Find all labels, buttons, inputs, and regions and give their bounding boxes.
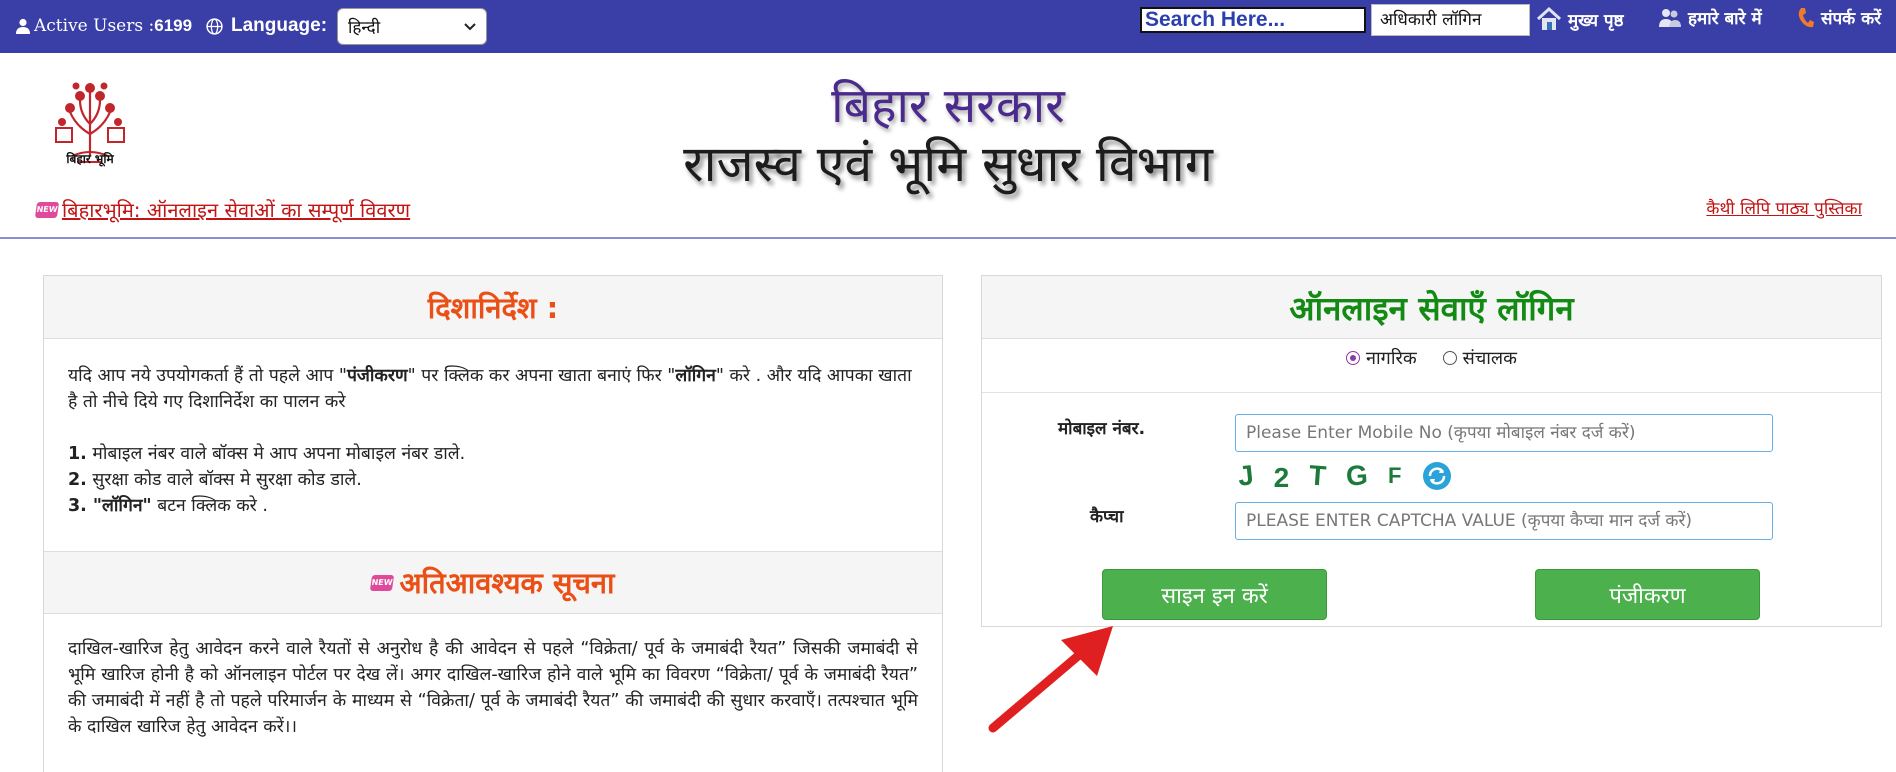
- header-divider: [0, 237, 1896, 239]
- new-badge-icon: NEW: [34, 201, 60, 218]
- nav-about-label: हमारे बारे में: [1688, 9, 1762, 29]
- language-label: Language:: [231, 15, 328, 36]
- radio-operator[interactable]: संचालक: [1442, 346, 1517, 370]
- active-users: Active Users : 6199: [16, 16, 192, 36]
- phone-icon: [1798, 7, 1814, 27]
- online-services-info-label: बिहारभूमि: ऑनलाइन सेवाओं का सम्पूर्ण विव…: [62, 198, 411, 222]
- guidelines-intro: यदि आप नये उपयोगकर्ता हैं तो पहले आप "पं…: [68, 363, 918, 415]
- globe-icon: [206, 17, 223, 35]
- list-item: 1. मोबाइल नंबर वाले बॉक्स मे आप अपना मोब…: [68, 441, 918, 467]
- user-icon: [16, 18, 30, 34]
- captcha-char: J: [1236, 459, 1256, 492]
- step-text: सुरक्षा कोड वाले बॉक्स मे सुरक्षा कोड डा…: [86, 470, 362, 490]
- radio-operator-label: संचालक: [1462, 348, 1517, 369]
- list-item: 2. सुरक्षा कोड वाले बॉक्स मे सुरक्षा कोड…: [68, 467, 918, 493]
- login-title: ऑनलाइन सेवाएँ लॉगिन: [982, 276, 1881, 339]
- step-bold: "लॉगिन": [86, 496, 152, 516]
- step-number: 2.: [68, 470, 87, 490]
- active-users-count: 6199: [154, 16, 193, 35]
- urgent-notice-title: अतिआवश्यक सूचना: [399, 566, 615, 600]
- users-icon: [1659, 8, 1681, 27]
- intro-text-2: " पर क्लिक कर अपना खाता बनाएं फिर ": [407, 366, 676, 386]
- search-input[interactable]: Search Here...: [1140, 7, 1366, 33]
- captcha-input[interactable]: PLEASE ENTER CAPTCHA VALUE (कृपया कैप्चा…: [1235, 502, 1773, 540]
- step-number: 1.: [68, 444, 87, 464]
- language-select[interactable]: हिन्दी: [337, 8, 487, 45]
- nav-contact-label: संपर्क करें: [1821, 9, 1882, 29]
- guidelines-title: दिशानिर्देश :: [44, 276, 942, 339]
- language-selected: हिन्दी: [348, 18, 381, 38]
- nav-contact-link[interactable]: संपर्क करें: [1797, 6, 1881, 29]
- captcha-char: F: [1388, 463, 1402, 488]
- nav-home-link[interactable]: मुख्य पृष्ठ: [1536, 6, 1624, 32]
- active-users-label: Active Users :: [34, 16, 155, 36]
- captcha-label: कैप्चा: [1090, 507, 1124, 527]
- mobile-label: मोबाइल नंबर.: [1058, 419, 1146, 439]
- annotation-arrow-icon: [988, 626, 1113, 733]
- new-badge-icon: NEW: [370, 574, 395, 591]
- captcha-char: T: [1308, 459, 1328, 492]
- urgent-notice-header: NEW अतिआवश्यक सूचना: [44, 551, 942, 614]
- captcha-char: 2: [1273, 462, 1290, 493]
- mobile-input[interactable]: Please Enter Mobile No (कृपया मोबाइल नंब…: [1235, 414, 1773, 452]
- urgent-notice-body: दाखिल-खारिज हेतु आवेदन करने वाले रैयतों …: [68, 639, 918, 737]
- chevron-down-icon: [464, 22, 476, 30]
- radio-citizen-dot[interactable]: [1346, 351, 1361, 365]
- radio-citizen[interactable]: नागरिक: [1346, 346, 1417, 370]
- radio-operator-dot[interactable]: [1442, 351, 1457, 365]
- role-selector: नागरिक संचालक: [982, 346, 1881, 370]
- list-item: 3. "लॉगिन" बटन क्लिक करे .: [68, 493, 918, 519]
- guidelines-steps: 1. मोबाइल नंबर वाले बॉक्स मे आप अपना मोब…: [68, 441, 918, 519]
- nav-home-label: मुख्य पृष्ठ: [1568, 10, 1624, 31]
- refresh-captcha-icon[interactable]: [1422, 461, 1452, 491]
- guidelines-body: यदि आप नये उपयोगकर्ता हैं तो पहले आप "पं…: [44, 339, 942, 519]
- radio-citizen-label: नागरिक: [1366, 348, 1417, 369]
- intro-text-1: यदि आप नये उपयोगकर्ता हैं तो पहले आप ": [68, 366, 347, 386]
- top-bar: Active Users : 6199 Language: हिन्दी Sea…: [0, 0, 1896, 53]
- login-divider: [982, 392, 1881, 393]
- captcha-image: J 2 T G F: [1236, 458, 1452, 494]
- guidelines-panel: दिशानिर्देश : यदि आप नये उपयोगकर्ता हैं …: [43, 275, 943, 772]
- sign-in-button[interactable]: साइन इन करें: [1102, 569, 1327, 620]
- online-services-info-link[interactable]: NEW बिहारभूमि: ऑनलाइन सेवाओं का सम्पूर्ण…: [34, 196, 411, 223]
- nav-about-link[interactable]: हमारे बारे में: [1658, 6, 1762, 29]
- kaithi-script-book-link[interactable]: कैथी लिपि पाठ्य पुस्तिका: [1706, 196, 1862, 219]
- captcha-char: G: [1345, 459, 1369, 492]
- language-label-group: Language:: [206, 15, 327, 37]
- step-number: 3.: [68, 496, 87, 516]
- step-text: मोबाइल नंबर वाले बॉक्स मे आप अपना मोबाइल…: [86, 444, 466, 464]
- step-text: बटन क्लिक करे .: [151, 496, 268, 516]
- home-icon: [1536, 6, 1562, 30]
- login-panel: ऑनलाइन सेवाएँ लॉगिन नागरिक संचालक मोबाइल…: [981, 275, 1882, 627]
- intro-bold-register: पंजीकरण: [346, 366, 408, 386]
- intro-bold-login: लॉगिन: [675, 366, 716, 386]
- officer-login-select[interactable]: अधिकारी लॉगिन: [1371, 4, 1530, 36]
- register-button[interactable]: पंजीकरण: [1535, 569, 1760, 620]
- page-title-department: राजस्व एवं भूमि सुधार विभाग: [683, 135, 1213, 193]
